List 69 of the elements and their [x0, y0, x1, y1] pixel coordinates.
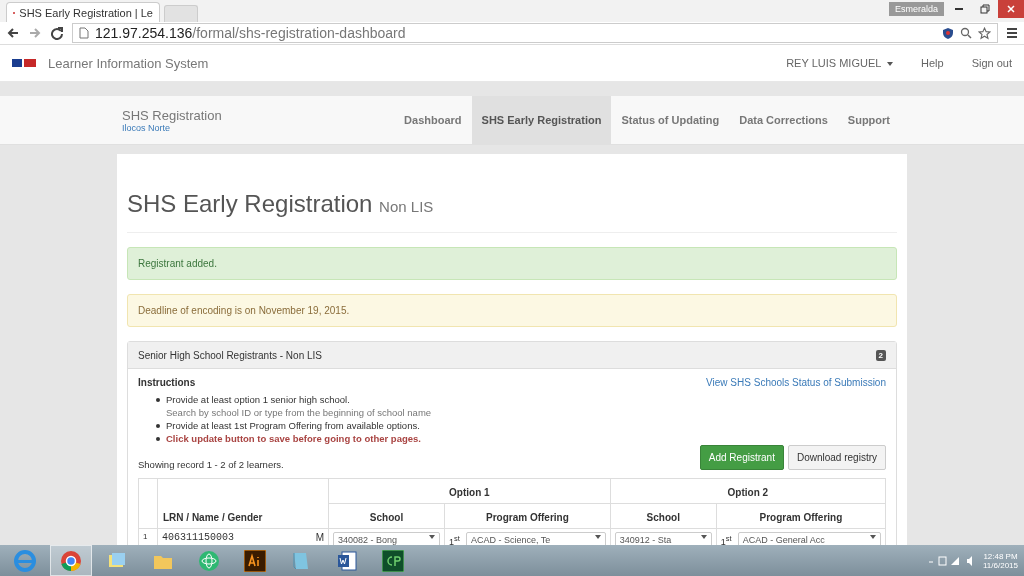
record-count: Showing record 1 - 2 of 2 learners. [138, 459, 284, 470]
nav-tab[interactable]: Support [837, 96, 900, 144]
rank-label: 1$^{st}$ [720, 533, 732, 545]
caret-icon [870, 535, 876, 539]
back-arrow-icon [6, 26, 20, 40]
nav-link[interactable]: Help [921, 57, 944, 69]
star-icon [978, 26, 991, 40]
logo-icon [12, 58, 38, 68]
address-bar[interactable]: 121.97.254.136/formal/shs-registration-dashboard [72, 23, 998, 43]
bullet-icon [156, 437, 160, 441]
region-label: Ilocos Norte [122, 122, 171, 133]
group-header: Option 2 [610, 478, 886, 504]
taskbar-button[interactable] [50, 545, 92, 576]
nav-tab[interactable]: Data Corrections [729, 96, 838, 144]
download-button[interactable]: Download registry [787, 445, 886, 470]
clock-date: 11/6/2015 [983, 560, 1018, 570]
instructions-title: Instructions [138, 377, 196, 388]
reload-icon [50, 26, 64, 40]
nav-tab[interactable]: Status of Updating [611, 96, 730, 144]
caret-icon [887, 62, 893, 67]
count-badge: 2 [875, 349, 886, 361]
app-tile-icon [382, 549, 404, 572]
panel-title: Senior High School Registrants - Non LIS [138, 349, 322, 361]
gender-text: M [315, 532, 324, 543]
app-brand[interactable]: Learner Information System [48, 55, 209, 71]
page-icon [79, 27, 89, 39]
page-heading: SHS Early Registration Non LIS [127, 190, 897, 233]
menu-icon [1006, 27, 1018, 39]
nav-link[interactable]: Sign out [971, 57, 1012, 69]
letter-e-icon [13, 548, 37, 573]
atom-icon [197, 548, 221, 573]
column-header: School [328, 503, 445, 529]
lrn-text: 406311150003 [162, 532, 234, 543]
warning-alert: Deadline of encoding is on November 19, 2015. [127, 294, 897, 327]
close-icon [1006, 4, 1016, 14]
caret-icon [429, 535, 436, 539]
bullet-icon [156, 398, 160, 402]
add-button[interactable]: Add Registrant [699, 445, 784, 470]
caret-icon [700, 535, 707, 539]
tray-icons-drawing [929, 554, 975, 567]
document-icon [336, 549, 358, 572]
group-header: Option 1 [328, 478, 611, 504]
instruction-text: Provide at least option 1 senior high school. [166, 394, 350, 405]
section-title: SHS Registration [122, 107, 223, 123]
column-header: Program Offering [444, 503, 611, 529]
status-link[interactable]: View SHS Schools Status of Submission [706, 377, 886, 388]
instruction-text: Click update button to save before going to other pages. [166, 433, 421, 444]
bullet-icon [156, 424, 160, 428]
column-header: Program Offering [716, 503, 886, 529]
restore-icon [980, 4, 990, 14]
clock-time: 12:48 PM [983, 551, 1018, 561]
app-tile-icon [244, 549, 266, 572]
instruction-hint: Search by school ID or type from the beginning of school name [166, 406, 432, 419]
column-header: LRN / Name / Gender [157, 478, 329, 529]
browser-icon [59, 548, 83, 573]
close-button[interactable] [998, 0, 1024, 18]
success-alert: Registrant added. [127, 247, 897, 280]
minimize-icon [955, 8, 963, 10]
search-icon [960, 27, 972, 39]
nav-tab[interactable]: Dashboard [394, 96, 472, 144]
rank-label: 1$^{st}$ [449, 533, 460, 545]
instruction-text: Provide at least 1st Program Offering from available options. [166, 420, 420, 431]
browser-tab[interactable]: SHS Early Registration | Le [6, 2, 160, 22]
column-header: School [610, 503, 717, 529]
user-menu[interactable]: REY LUIS MIGUEL [786, 57, 893, 69]
caret-icon [594, 535, 601, 539]
forward-arrow-icon [28, 26, 42, 40]
nav-tab[interactable]: SHS Early Registration [471, 96, 612, 144]
shield-icon [942, 27, 954, 39]
